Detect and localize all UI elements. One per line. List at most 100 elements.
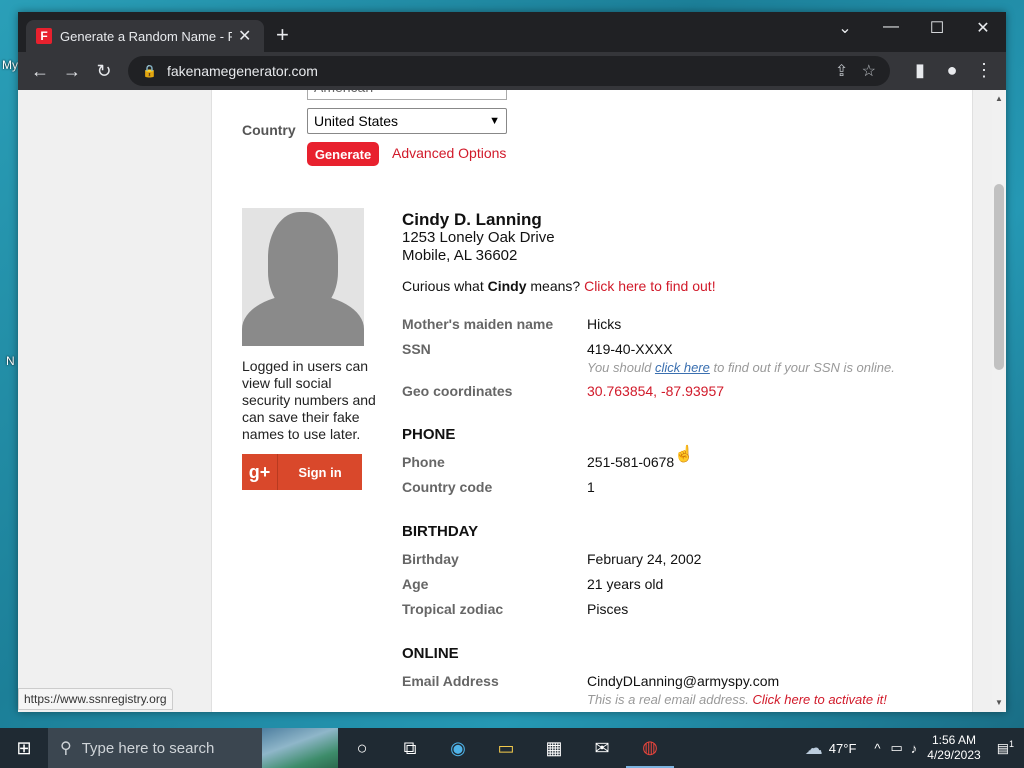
- menu-kebab-icon[interactable]: ⋮: [968, 60, 1000, 81]
- store-icon[interactable]: ▦: [530, 728, 578, 768]
- address-line-2: Mobile, AL 36602: [402, 247, 518, 264]
- browser-window: F Generate a Random Name - Fake ✕ + ⌄ — …: [18, 12, 1006, 712]
- minimize-button[interactable]: —: [868, 18, 914, 36]
- curious-name: Cindy: [487, 278, 527, 294]
- notifications-icon[interactable]: ▤1: [997, 739, 1014, 756]
- search-placeholder: Type here to search: [81, 739, 215, 757]
- name-meaning-link[interactable]: Click here to find out!: [584, 278, 716, 294]
- chevron-down-icon: ▼: [489, 115, 500, 127]
- tab-strip: F Generate a Random Name - Fake ✕ + ⌄ — …: [18, 12, 1006, 52]
- cloud-weather-icon[interactable]: ☁: [805, 738, 823, 759]
- address-bar[interactable]: 🔒 fakenamegenerator.com ⇪ ☆: [128, 56, 890, 86]
- zodiac-value: Pisces: [587, 601, 629, 617]
- login-info-text: Logged in users can view full social sec…: [242, 358, 376, 442]
- zodiac-label: Tropical zodiac: [402, 601, 504, 617]
- mail-icon[interactable]: ✉: [578, 728, 626, 768]
- hand-cursor-icon: ☝: [674, 446, 694, 463]
- weather-temp[interactable]: 47°F: [829, 741, 857, 756]
- address-line-1: 1253 Lonely Oak Drive: [402, 229, 555, 246]
- signin-label: Sign in: [298, 464, 342, 480]
- geo-coordinates-link[interactable]: 30.763854, -87.93957: [587, 383, 724, 399]
- profile-icon[interactable]: ●: [936, 60, 968, 81]
- advanced-options-link[interactable]: Advanced Options: [392, 145, 506, 161]
- clock[interactable]: 1:56 AM 4/29/2023: [927, 733, 980, 763]
- page-scrollbar[interactable]: ▲ ▼: [992, 90, 1006, 712]
- google-plus-icon: g+: [242, 454, 278, 490]
- file-explorer-icon[interactable]: ▭: [482, 728, 530, 768]
- reload-icon[interactable]: ↻: [88, 61, 120, 82]
- browser-toolbar: ← → ↻ 🔒 fakenamegenerator.com ⇪ ☆ ▮ ● ⋮: [18, 52, 1006, 90]
- taskbar: ⊞ ⚲ Type here to search ○ ⧉ ◉ ▭ ▦ ✉ ◍ ☁ …: [0, 728, 1024, 768]
- age-label: Age: [402, 576, 429, 592]
- country-label: Country: [242, 122, 296, 138]
- cortana-icon[interactable]: ○: [338, 728, 386, 768]
- online-section-title: ONLINE: [402, 645, 459, 662]
- google-signin-button[interactable]: g+ Sign in: [242, 454, 362, 490]
- chrome-icon[interactable]: ◍: [626, 728, 674, 768]
- phone-section-title: PHONE: [402, 426, 456, 443]
- volume-icon[interactable]: ♪: [911, 741, 918, 756]
- avatar-silhouette-head: [268, 212, 338, 312]
- lock-icon[interactable]: 🔒: [142, 64, 157, 78]
- name-meaning-prompt: Curious what Cindy means? Click here to …: [402, 278, 716, 294]
- search-icon: ⚲: [60, 740, 72, 757]
- nameset-select-partial[interactable]: American: [307, 90, 507, 100]
- curious-prefix: Curious what: [402, 278, 488, 294]
- maximize-button[interactable]: ☐: [914, 18, 960, 38]
- ssn-value: 419-40-XXXX: [587, 341, 673, 357]
- phone-value: 251-581-0678: [587, 454, 675, 470]
- taskbar-search[interactable]: ⚲ Type here to search: [48, 728, 338, 768]
- identity-name: Cindy D. Lanning: [402, 210, 542, 229]
- curious-suffix: means?: [526, 278, 585, 294]
- avatar: [242, 208, 364, 346]
- search-highlight-image: [262, 728, 338, 768]
- birthday-section-title: BIRTHDAY: [402, 523, 479, 540]
- sidepanel-icon[interactable]: ▮: [904, 60, 936, 81]
- system-tray: ☁ 47°F ^ ▭ ♪ 1:56 AM 4/29/2023 ▤1: [805, 728, 1024, 768]
- country-code-label: Country code: [402, 479, 493, 495]
- task-view-icon[interactable]: ⧉: [386, 728, 434, 768]
- scroll-up-icon[interactable]: ▲: [995, 94, 1003, 103]
- close-window-button[interactable]: ✕: [960, 18, 1006, 38]
- country-select[interactable]: United States ▼: [307, 108, 507, 134]
- network-icon[interactable]: ▭: [891, 740, 903, 756]
- new-tab-button[interactable]: +: [276, 24, 289, 46]
- birthday-value: February 24, 2002: [587, 551, 702, 567]
- ssn-label: SSN: [402, 341, 431, 357]
- ssn-note: You should click here to find out if you…: [587, 360, 895, 375]
- back-icon[interactable]: ←: [24, 61, 56, 82]
- age-value: 21 years old: [587, 576, 664, 592]
- notification-count: 1: [1008, 739, 1014, 750]
- status-bar-url: https://www.ssnregistry.org: [18, 688, 173, 710]
- chevron-up-icon[interactable]: ^: [874, 741, 880, 756]
- url-text: fakenamegenerator.com: [166, 63, 318, 79]
- scroll-down-icon[interactable]: ▼: [995, 698, 1003, 707]
- browser-tab[interactable]: F Generate a Random Name - Fake ✕: [26, 20, 264, 52]
- forward-icon[interactable]: →: [56, 61, 88, 82]
- ssn-check-link[interactable]: click here: [655, 360, 710, 375]
- desktop-icon-label[interactable]: N: [6, 354, 15, 368]
- edge-icon[interactable]: ◉: [434, 728, 482, 768]
- ssn-note-prefix: You should: [587, 360, 655, 375]
- clock-date: 4/29/2023: [927, 748, 981, 762]
- ssn-note-suffix: to find out if your SSN is online.: [709, 360, 895, 375]
- scroll-thumb[interactable]: [994, 184, 1004, 370]
- country-select-value: United States: [314, 113, 399, 129]
- tab-search-icon[interactable]: ⌄: [822, 18, 868, 38]
- close-tab-icon[interactable]: ✕: [238, 26, 251, 46]
- generate-button[interactable]: Generate: [307, 142, 379, 166]
- activate-email-link[interactable]: Click here to activate it!: [752, 692, 886, 707]
- maiden-name-value: Hicks: [587, 316, 622, 332]
- favicon-icon: F: [36, 28, 52, 44]
- birthday-label: Birthday: [402, 551, 459, 567]
- tab-title: Generate a Random Name - Fake: [60, 28, 232, 44]
- email-note-text: This is a real email address.: [587, 692, 753, 707]
- share-and-bookmark-icons[interactable]: ⇪ ☆: [835, 61, 876, 81]
- geo-label: Geo coordinates: [402, 383, 513, 399]
- country-code-value: 1: [587, 479, 595, 495]
- desktop-icon-label[interactable]: My: [2, 58, 18, 72]
- email-value: CindyDLanning@armyspy.com: [587, 673, 780, 689]
- maiden-name-label: Mother's maiden name: [402, 316, 554, 332]
- page-content: American Country United States ▼ Generat…: [211, 90, 973, 712]
- windows-start-icon[interactable]: ⊞: [0, 728, 48, 768]
